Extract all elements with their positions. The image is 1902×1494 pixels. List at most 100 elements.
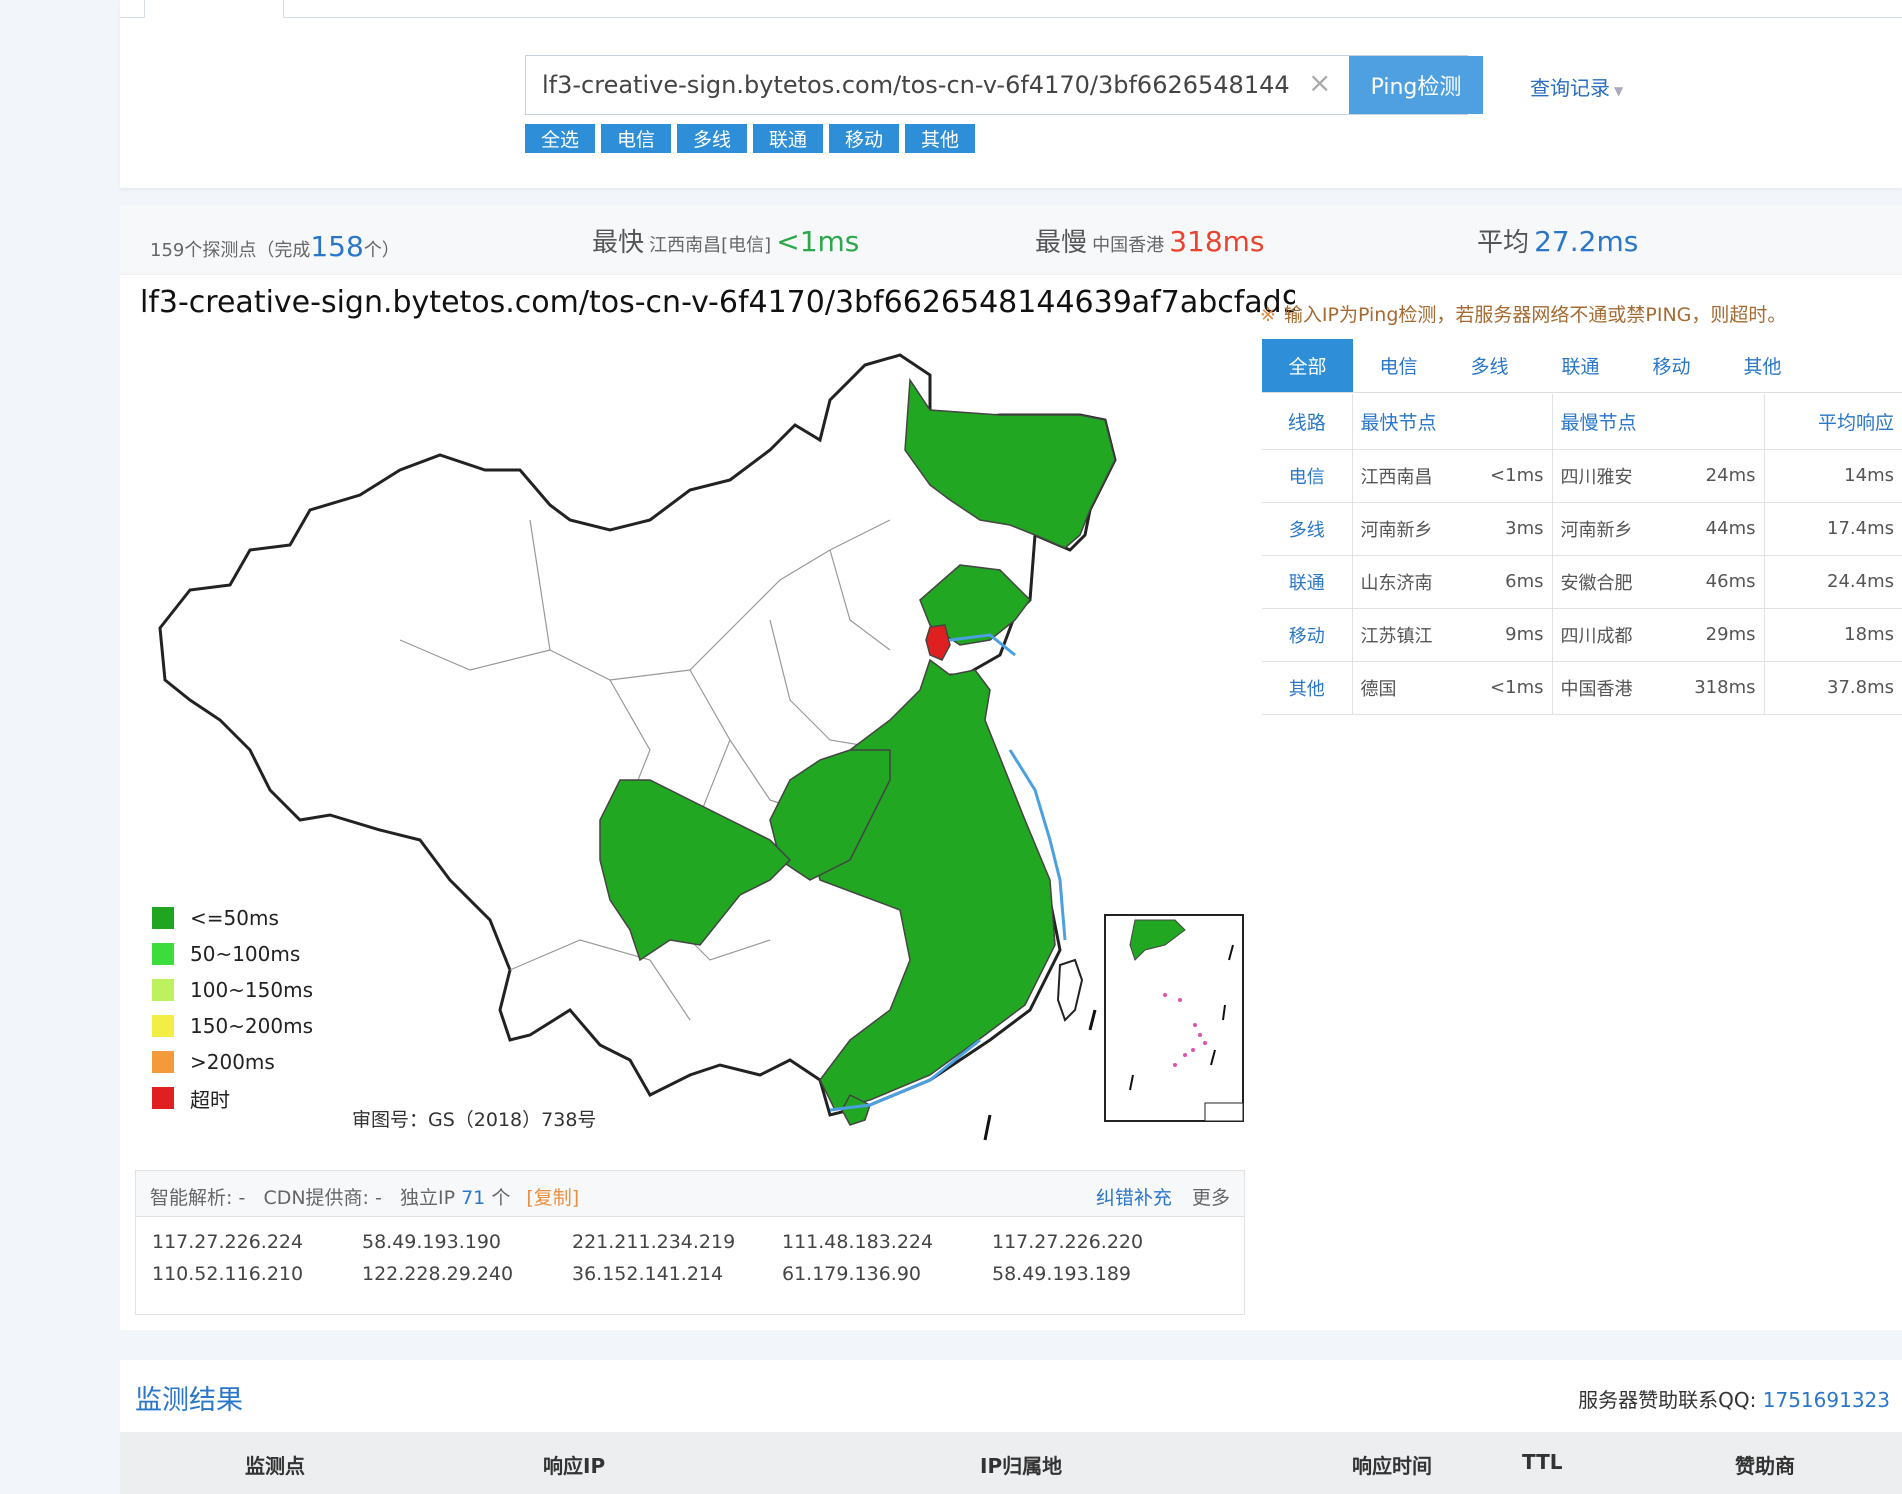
tab-multiline[interactable]: 多线 — [1444, 339, 1535, 392]
tab-selected[interactable] — [144, 0, 284, 18]
legend-label: <=50ms — [190, 906, 279, 930]
row-line[interactable]: 联通 — [1262, 555, 1353, 609]
ping-button[interactable]: Ping检测 — [1349, 56, 1483, 114]
ip-item: 58.49.193.189 — [992, 1263, 1132, 1285]
done-prefix: （完成 — [256, 240, 311, 261]
caret-down-icon: ▼ — [1614, 84, 1624, 98]
average-value: 27.2ms — [1534, 225, 1639, 258]
cdn-provider: CDN提供商: - — [263, 1187, 382, 1209]
fastest-location: 江西南昌[电信] — [649, 235, 772, 256]
table-row: 联通 山东济南 6ms 安徽合肥 46ms 24.4ms — [1262, 555, 1902, 609]
ip-panel-header: 智能解析: - CDN提供商: - 独立IP 71 个 [复制] 纠错补充 更多 — [136, 1171, 1244, 1217]
done-count: 158 — [310, 230, 364, 263]
row-average: 24.4ms — [1764, 555, 1902, 609]
col-monitor-point[interactable]: 监测点 — [245, 1450, 305, 1479]
row-slow-node: 四川雅安 — [1552, 449, 1672, 503]
col-response-ip[interactable]: 响应IP — [543, 1450, 605, 1479]
col-sponsor[interactable]: 赞助商 — [1735, 1450, 1795, 1479]
clear-icon[interactable]: × — [1308, 68, 1331, 98]
sponsor-contact: 服务器赞助联系QQ: 1751691323 — [1578, 1384, 1890, 1413]
map-legend: <=50ms 50~100ms 100~150ms 150~200ms >200… — [152, 900, 313, 1116]
result-card: 159个探测点（完成158个） 最快 江西南昌[电信] <1ms 最慢 中国香港… — [120, 205, 1902, 1330]
row-fast-value: <1ms — [1472, 661, 1553, 715]
monitor-results-card: 监测结果 服务器赞助联系QQ: 1751691323 监测点 响应IP IP归属… — [120, 1360, 1902, 1494]
row-line[interactable]: 电信 — [1262, 449, 1353, 503]
search-card: lf3-creative-sign.bytetos.com/tos-cn-v-6… — [120, 0, 1902, 188]
tab-other[interactable]: 其他 — [1717, 339, 1808, 392]
tab-mobile[interactable]: 移动 — [1626, 339, 1717, 392]
ip-item: 36.152.141.214 — [572, 1263, 724, 1285]
probe-count: 159个探测点 — [150, 240, 257, 261]
row-fast-node: 江苏镇江 — [1352, 608, 1472, 662]
row-line[interactable]: 其他 — [1262, 661, 1353, 715]
ip-item: 58.49.193.190 — [362, 1231, 502, 1253]
filter-other[interactable]: 其他 — [905, 124, 975, 153]
tab-unicom[interactable]: 联通 — [1535, 339, 1626, 392]
smart-resolve: 智能解析: - — [150, 1187, 246, 1209]
more-link[interactable]: 更多 — [1192, 1187, 1230, 1209]
col-ip-location[interactable]: IP归属地 — [980, 1450, 1062, 1479]
row-average: 18ms — [1764, 608, 1902, 662]
tab-strip — [120, 0, 1902, 18]
slowest-summary: 最慢 中国香港 318ms — [1035, 222, 1265, 259]
asterisk-icon: ※ — [1260, 304, 1276, 326]
history-dropdown[interactable]: 查询记录 ▼ — [1530, 72, 1623, 101]
isp-tabs: 全部 电信 多线 联通 移动 其他 — [1262, 339, 1902, 393]
row-average: 14ms — [1764, 449, 1902, 503]
filter-multiline[interactable]: 多线 — [677, 124, 747, 153]
ip-item: 122.228.29.240 — [362, 1263, 514, 1285]
map-title: lf3-creative-sign.bytetos.com/tos-cn-v-6… — [140, 285, 1295, 320]
isp-filter-group: 全选 电信 多线 联通 移动 其他 — [525, 124, 975, 153]
filter-mobile[interactable]: 移动 — [829, 124, 899, 153]
row-fast-node: 德国 — [1352, 661, 1472, 715]
fastest-summary: 最快 江西南昌[电信] <1ms — [592, 222, 859, 259]
legend-swatch — [152, 907, 174, 929]
history-label: 查询记录 — [1530, 76, 1610, 100]
slowest-label: 最慢 — [1035, 228, 1088, 258]
table-row: 电信 江西南昌 <1ms 四川雅安 24ms 14ms — [1262, 449, 1902, 503]
filter-unicom[interactable]: 联通 — [753, 124, 823, 153]
notice: ※ 输入IP为Ping检测，若服务器网络不通或禁PING，则超时。 — [1260, 300, 1786, 327]
sponsor-qq[interactable]: 1751691323 — [1763, 1388, 1890, 1412]
tab-telecom[interactable]: 电信 — [1353, 339, 1444, 392]
sponsor-label: 服务器赞助联系QQ: — [1578, 1388, 1757, 1412]
col-ttl[interactable]: TTL — [1522, 1450, 1563, 1474]
url-input[interactable]: lf3-creative-sign.bytetos.com/tos-cn-v-6… — [525, 55, 1468, 115]
legend-swatch — [152, 1051, 174, 1073]
filter-telecom[interactable]: 电信 — [601, 124, 671, 153]
fastest-value: <1ms — [776, 225, 860, 258]
ip-item: 110.52.116.210 — [152, 1263, 304, 1285]
url-input-value[interactable]: lf3-creative-sign.bytetos.com/tos-cn-v-6… — [526, 71, 1291, 99]
isp-stats-table: 线路 最快节点 最慢节点 平均响应 电信 江西南昌 <1ms 四川雅安 24ms… — [1262, 394, 1902, 715]
row-slow-value: 24ms — [1672, 449, 1765, 503]
row-line[interactable]: 移动 — [1262, 608, 1353, 662]
correction-link[interactable]: 纠错补充 — [1096, 1187, 1172, 1209]
row-slow-value: 44ms — [1672, 502, 1765, 556]
legend-item: 150~200ms — [152, 1008, 313, 1044]
done-suffix: 个） — [363, 240, 400, 261]
legend-label: 50~100ms — [190, 942, 301, 966]
unique-ip-label: 独立IP — [399, 1187, 456, 1209]
map-approval-number: 审图号：GS（2018）738号 — [352, 1109, 597, 1131]
table-row: 多线 河南新乡 3ms 河南新乡 44ms 17.4ms — [1262, 502, 1902, 556]
results-table-header: 监测点 响应IP IP归属地 响应时间 TTL 赞助商 — [120, 1432, 1902, 1494]
copy-link[interactable]: [复制] — [526, 1187, 579, 1209]
legend-label: 100~150ms — [190, 978, 314, 1002]
col-line: 线路 — [1262, 394, 1353, 450]
row-fast-node: 河南新乡 — [1352, 502, 1472, 556]
average-label: 平均 — [1477, 228, 1530, 258]
table-header-row: 线路 最快节点 最慢节点 平均响应 — [1262, 394, 1902, 450]
average-summary: 平均 27.2ms — [1477, 222, 1638, 259]
unique-ip-count: 71 — [461, 1187, 486, 1209]
col-fastest: 最快节点 — [1352, 394, 1553, 450]
row-line[interactable]: 多线 — [1262, 502, 1353, 556]
slowest-value: 318ms — [1169, 225, 1265, 258]
results-title: 监测结果 — [135, 1385, 243, 1416]
ip-item: 221.211.234.219 — [572, 1231, 736, 1253]
col-response-time[interactable]: 响应时间 — [1352, 1450, 1432, 1479]
filter-all[interactable]: 全选 — [525, 124, 595, 153]
table-row: 其他 德国 <1ms 中国香港 318ms 37.8ms — [1262, 661, 1902, 715]
legend-item: 50~100ms — [152, 936, 313, 972]
tab-all[interactable]: 全部 — [1262, 339, 1353, 392]
ip-item: 117.27.226.224 — [152, 1231, 304, 1253]
